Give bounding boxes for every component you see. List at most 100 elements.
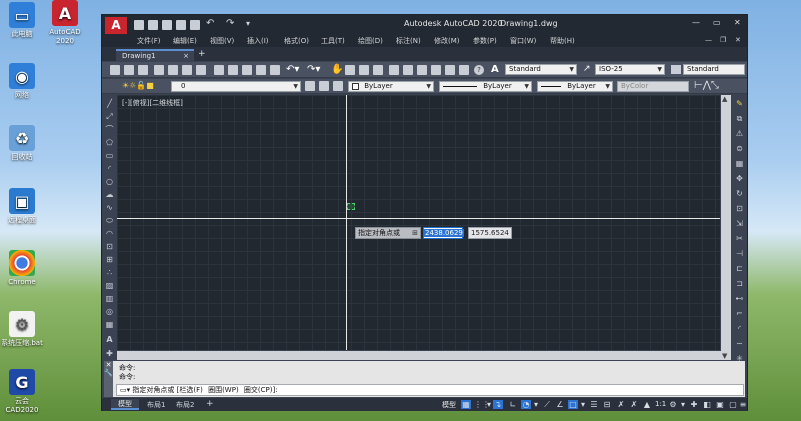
color-dropdown[interactable]: ByLayer ▼ (348, 81, 434, 92)
viewport-controls-label[interactable]: [-][俯视][二维线框] (122, 98, 183, 108)
grid-icon[interactable]: ▦ (461, 400, 471, 409)
table-style-dropdown[interactable]: Standard (683, 64, 745, 75)
gradient-icon[interactable]: ▥ (105, 294, 114, 303)
lineweight-toggle-icon[interactable]: ☰ (589, 400, 599, 409)
zoom-previous-icon[interactable] (373, 65, 383, 75)
spline-icon[interactable]: ∿ (105, 203, 114, 212)
layer-previous-icon[interactable] (333, 81, 343, 91)
scroll-down-icon[interactable]: ▼ (722, 352, 727, 360)
object-snap-tracking-icon[interactable]: ∠ (555, 400, 565, 409)
menu-help[interactable]: 帮助(H) (550, 36, 575, 46)
mirror-icon[interactable]: ⚠ (735, 129, 744, 138)
new-tab-button[interactable]: + (198, 49, 206, 59)
workspace-dropdown-icon[interactable]: ▾ (678, 400, 688, 409)
tab-model[interactable]: 模型 (111, 399, 139, 410)
scroll-up-icon[interactable]: ▲ (722, 95, 727, 103)
mtext-icon[interactable]: A (105, 335, 114, 344)
paste-icon[interactable] (242, 65, 252, 75)
undo-toolbar-icon[interactable]: ↶▾ (286, 64, 299, 75)
menu-parametric[interactable]: 参数(P) (473, 36, 497, 46)
polar-dropdown-icon[interactable]: ▾ (531, 400, 541, 409)
vertical-scrollbar[interactable]: ▲ ▼ (721, 95, 731, 360)
blend-curves-icon[interactable]: ∽ (735, 339, 744, 348)
save-icon[interactable] (162, 20, 172, 30)
workspace-gear-icon[interactable]: ⚙ (668, 400, 678, 409)
menu-dimension[interactable]: 标注(N) (396, 36, 421, 46)
doc-minimize-button[interactable]: — (705, 36, 712, 44)
quickcalc-icon[interactable] (459, 65, 469, 75)
block-editor-icon[interactable] (270, 65, 280, 75)
coord-x-input[interactable]: 2438.0629 (423, 227, 464, 239)
polar-tracking-icon[interactable]: ◔ (521, 400, 531, 409)
save-as-icon[interactable] (176, 20, 186, 30)
ellipse-arc-icon[interactable]: ◠ (105, 229, 114, 238)
maximize-button[interactable]: ▭ (713, 18, 721, 27)
isolate-objects-icon[interactable]: ◧ (702, 400, 712, 409)
redo-toolbar-icon[interactable]: ↷▾ (307, 64, 320, 75)
hardware-acceleration-icon[interactable]: ▣ (715, 400, 725, 409)
sheet-set-icon[interactable] (431, 65, 441, 75)
trim-icon[interactable]: ✂ (735, 234, 744, 243)
layer-state-icons[interactable]: ☀☼🔓■ (122, 81, 154, 90)
menu-draw[interactable]: 绘图(D) (358, 36, 383, 46)
text-style-dropdown[interactable]: Standard ▼ (505, 64, 577, 75)
selection-cycling-icon[interactable]: ⊟ (602, 400, 612, 409)
fullscreen-icon[interactable]: ▢ (728, 400, 738, 409)
minimize-button[interactable]: — (692, 18, 700, 27)
add-scale-icon[interactable]: ✚ (689, 400, 699, 409)
menu-file[interactable]: 文件(F) (137, 36, 161, 46)
command-input[interactable]: ▭▾ 指定对角点或 [栏选(F) 圈围(WP) 圈交(CP)]: (116, 384, 744, 396)
point-icon[interactable]: ∴ (105, 268, 114, 277)
drawing-canvas[interactable]: [-][俯视][二维线框] 指定对角点或 ⊞ 2438.0629 1575.65… (117, 95, 720, 350)
command-option-fence[interactable]: [栏选(F) (177, 386, 203, 394)
desktop-icon-chrome[interactable]: Chrome (1, 250, 43, 287)
dimension-linear-icon[interactable]: ⊢⋀⤡ (694, 80, 719, 91)
lineweight-dropdown[interactable]: ByLayer ▼ (537, 81, 613, 92)
copy-icon[interactable] (228, 65, 238, 75)
stretch-icon[interactable]: ⇲ (735, 219, 744, 228)
menu-format[interactable]: 格式(O) (284, 36, 309, 46)
quick-access-dropdown-icon[interactable]: ▾ (246, 19, 250, 28)
desktop-icon-bat[interactable]: ⚙ 系统压缩.bat (1, 311, 43, 348)
menu-modify[interactable]: 修改(M) (434, 36, 460, 46)
layer-dropdown[interactable]: 0 ▼ (171, 81, 301, 92)
add-selected-icon[interactable]: ✚ (105, 349, 114, 358)
menu-edit[interactable]: 编辑(E) (173, 36, 197, 46)
save-file-icon[interactable] (138, 65, 148, 75)
doc-restore-button[interactable]: ❐ (720, 36, 726, 44)
redo-icon[interactable]: ↷ (226, 18, 234, 29)
fillet-icon[interactable]: ◜ (735, 324, 744, 333)
rectangle-icon[interactable]: ▭ (105, 151, 114, 160)
annotation-scale-icon[interactable]: ▲ (642, 400, 652, 409)
close-button[interactable]: ✕ (734, 18, 741, 27)
dynamic-input-icon[interactable]: ↴ (493, 400, 503, 409)
coord-y-input[interactable]: 1575.6524 (468, 227, 512, 239)
command-option-wpolygon[interactable]: 圈围(WP) (208, 386, 239, 394)
zoom-window-icon[interactable] (359, 65, 369, 75)
doc-close-button[interactable]: ✕ (735, 36, 741, 44)
polyline-icon[interactable]: ⌒ (105, 125, 114, 134)
desktop-icon-recycle-bin[interactable]: ♻ 回收站 (1, 125, 43, 162)
layer-properties-icon[interactable] (305, 81, 315, 91)
move-icon[interactable]: ✥ (735, 174, 744, 183)
insert-block-icon[interactable]: ⊡ (105, 242, 114, 251)
cut-icon[interactable] (214, 65, 224, 75)
desktop-icon-cad2020[interactable]: G 云会 CAD2020 (1, 369, 43, 415)
linetype-dropdown[interactable]: ByLayer ▼ (439, 81, 532, 92)
dim-style-dropdown[interactable]: ISO-25 ▼ (595, 64, 665, 75)
design-center-icon[interactable] (403, 65, 413, 75)
model-space-button[interactable]: 模型 (442, 400, 456, 410)
tab-layout2[interactable]: 布局2 (176, 400, 194, 410)
revision-cloud-icon[interactable]: ☁ (105, 190, 114, 199)
properties-icon[interactable] (389, 65, 399, 75)
arc-icon[interactable]: ◜ (105, 164, 114, 173)
print-icon[interactable] (190, 20, 200, 30)
desktop-icon-network[interactable]: ◉ 网络 (1, 63, 43, 100)
tab-close-icon[interactable]: × (183, 51, 189, 61)
help-icon[interactable]: ? (474, 65, 484, 75)
qnew-icon[interactable] (110, 65, 120, 75)
annotation-scale-value[interactable]: 1:1 (655, 400, 666, 408)
pan-icon[interactable]: ✋ (331, 64, 343, 75)
region-icon[interactable]: ◎ (105, 307, 114, 316)
command-close-icon[interactable]: ✕ 🔧 (104, 361, 113, 397)
